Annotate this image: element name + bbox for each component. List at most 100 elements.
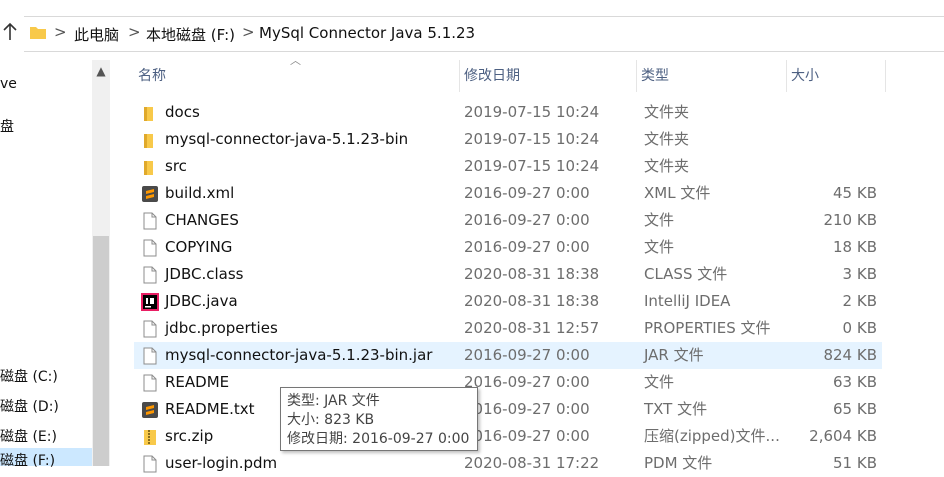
column-header-size[interactable]: 大小 bbox=[787, 60, 886, 92]
nav-item-onedrive[interactable]: ve bbox=[0, 76, 17, 92]
file-type: 文件夹 bbox=[644, 103, 690, 121]
breadcrumb-this-pc[interactable]: 此电脑 bbox=[74, 24, 119, 45]
file-icon bbox=[141, 320, 159, 338]
file-size: 45 KB bbox=[833, 184, 877, 202]
scrollbar-thumb[interactable] bbox=[93, 236, 109, 466]
file-date: 2020-08-31 17:22 bbox=[464, 454, 600, 472]
file-row[interactable]: mysql-connector-java-5.1.23-bin.jar 2016-… bbox=[134, 342, 882, 369]
nav-item-drive-d[interactable]: 磁盘 (D:) bbox=[0, 396, 59, 416]
file-name: README bbox=[165, 373, 230, 391]
tooltip-size: 大小: 823 KB bbox=[287, 412, 375, 428]
nav-item-drive-c[interactable]: 磁盘 (C:) bbox=[0, 366, 58, 386]
file-size: 2 KB bbox=[842, 292, 877, 310]
file-row[interactable]: README.txt 2016-09-27 0:00 TXT 文件 65 KB bbox=[134, 396, 882, 423]
file-tooltip: 类型: JAR 文件 大小: 823 KB 修改日期: 2016-09-27 0… bbox=[280, 387, 478, 451]
file-name: build.xml bbox=[165, 184, 235, 202]
file-name: docs bbox=[165, 103, 200, 121]
file-size: 210 KB bbox=[823, 211, 877, 229]
file-size: 824 KB bbox=[823, 346, 877, 364]
breadcrumb-current-folder[interactable]: MySql Connector Java 5.1.23 bbox=[259, 24, 475, 42]
file-date: 2016-09-27 0:00 bbox=[464, 373, 590, 391]
file-size: 3 KB bbox=[842, 265, 877, 283]
file-name: src.zip bbox=[165, 427, 214, 445]
file-row[interactable]: build.xml 2016-09-27 0:00 XML 文件 45 KB bbox=[134, 180, 882, 207]
column-header-name[interactable]: 名称 bbox=[134, 60, 460, 92]
file-size: 18 KB bbox=[833, 238, 877, 256]
file-name: JDBC.class bbox=[165, 265, 244, 283]
file-name: COPYING bbox=[165, 238, 233, 256]
file-name: CHANGES bbox=[165, 211, 239, 229]
folder-icon bbox=[141, 158, 159, 176]
file-row[interactable]: COPYING 2016-09-27 0:00 文件 18 KB bbox=[134, 234, 882, 261]
file-date: 2019-07-15 10:24 bbox=[464, 157, 600, 175]
file-date: 2016-09-27 0:00 bbox=[464, 427, 590, 445]
file-row[interactable]: jdbc.properties 2020-08-31 12:57 PROPERTIE… bbox=[134, 315, 882, 342]
nav-item-drive-f: 磁盘 (F:) bbox=[0, 453, 56, 469]
file-type: 文件夹 bbox=[644, 130, 690, 148]
file-type: TXT 文件 bbox=[644, 400, 708, 418]
nav-item-drive-e[interactable]: 磁盘 (E:) bbox=[0, 426, 57, 446]
column-header: 名称 修改日期 类型 大小 bbox=[134, 60, 886, 92]
file-date: 2020-08-31 12:57 bbox=[464, 319, 600, 337]
folder-icon bbox=[141, 131, 159, 149]
file-size: 0 KB bbox=[842, 319, 877, 337]
file-date: 2016-09-27 0:00 bbox=[464, 238, 590, 256]
file-row[interactable]: user-login.pdm 2020-08-31 17:22 PDM 文件 51 K… bbox=[134, 450, 882, 477]
file-date: 2016-09-27 0:00 bbox=[464, 346, 590, 364]
folder-icon bbox=[141, 104, 159, 122]
file-date: 2020-08-31 18:38 bbox=[464, 292, 600, 310]
file-row[interactable]: mysql-connector-java-5.1.23-bin 2019-07-1… bbox=[134, 126, 882, 153]
file-size: 65 KB bbox=[833, 400, 877, 418]
file-icon bbox=[141, 455, 159, 473]
breadcrumb-separator: > bbox=[54, 23, 67, 41]
column-header-date[interactable]: 修改日期 bbox=[460, 60, 637, 92]
file-date: 2019-07-15 10:24 bbox=[464, 130, 600, 148]
scroll-up-icon[interactable]: ▲ bbox=[92, 60, 110, 82]
breadcrumb-separator: > bbox=[242, 23, 255, 41]
file-date: 2019-07-15 10:24 bbox=[464, 103, 600, 121]
file-row[interactable]: README 2016-09-27 0:00 文件 63 KB bbox=[134, 369, 882, 396]
file-row[interactable]: JDBC.java 2020-08-31 18:38 IntelliJ IDEA 2 … bbox=[134, 288, 882, 315]
nav-scrollbar[interactable]: ▲ bbox=[92, 60, 110, 466]
file-name: src bbox=[165, 157, 187, 175]
zip-folder-icon bbox=[141, 428, 159, 446]
address-bar-area: > 此电脑 > 本地磁盘 (F:) > MySql Connector Java… bbox=[0, 0, 944, 60]
breadcrumb-separator: > bbox=[128, 23, 141, 41]
file-type: 压缩(zipped)文件... bbox=[644, 427, 780, 445]
file-type: PROPERTIES 文件 bbox=[644, 319, 771, 337]
sublime-file-icon bbox=[141, 401, 159, 419]
intellij-icon bbox=[141, 293, 159, 311]
file-row[interactable]: src.zip 2016-09-27 0:00 压缩(zipped)文件... 2,6… bbox=[134, 423, 882, 450]
file-type: 文件 bbox=[644, 238, 675, 256]
file-icon bbox=[141, 239, 159, 257]
tooltip-type: 类型: JAR 文件 bbox=[287, 393, 380, 409]
column-header-type[interactable]: 类型 bbox=[637, 60, 787, 92]
file-name: README.txt bbox=[165, 400, 255, 418]
file-size: 2,604 KB bbox=[809, 427, 877, 445]
up-arrow-icon[interactable] bbox=[2, 22, 20, 44]
address-bar[interactable]: > 此电脑 > 本地磁盘 (F:) > MySql Connector Java… bbox=[24, 16, 944, 52]
navigation-pane: ve 盘 磁盘 (C:) 磁盘 (D:) 磁盘 (E:) bbox=[0, 60, 92, 466]
file-size: 51 KB bbox=[833, 454, 877, 472]
file-row[interactable]: docs 2019-07-15 10:24 文件夹 bbox=[134, 99, 882, 126]
file-icon bbox=[141, 266, 159, 284]
file-name: mysql-connector-java-5.1.23-bin bbox=[165, 130, 409, 148]
file-type: PDM 文件 bbox=[644, 454, 713, 472]
file-row[interactable]: src 2019-07-15 10:24 文件夹 bbox=[134, 153, 882, 180]
file-row[interactable]: JDBC.class 2020-08-31 18:38 CLASS 文件 3 KB bbox=[134, 261, 882, 288]
file-type: XML 文件 bbox=[644, 184, 711, 202]
nav-item-drive-f-selected[interactable]: 磁盘 (F:) bbox=[0, 448, 92, 469]
breadcrumb-drive-f[interactable]: 本地磁盘 (F:) bbox=[146, 24, 235, 45]
nav-item-drive[interactable]: 盘 bbox=[0, 116, 14, 136]
file-date: 2020-08-31 18:38 bbox=[464, 265, 600, 283]
file-row[interactable]: CHANGES 2016-09-27 0:00 文件 210 KB bbox=[134, 207, 882, 234]
file-size: 63 KB bbox=[833, 373, 877, 391]
file-name: mysql-connector-java-5.1.23-bin.jar bbox=[165, 346, 433, 364]
file-type: 文件 bbox=[644, 373, 675, 391]
file-icon bbox=[141, 374, 159, 392]
file-icon bbox=[141, 347, 159, 365]
file-date: 2016-09-27 0:00 bbox=[464, 211, 590, 229]
file-name: jdbc.properties bbox=[165, 319, 278, 337]
file-type: CLASS 文件 bbox=[644, 265, 728, 283]
file-icon bbox=[141, 212, 159, 230]
